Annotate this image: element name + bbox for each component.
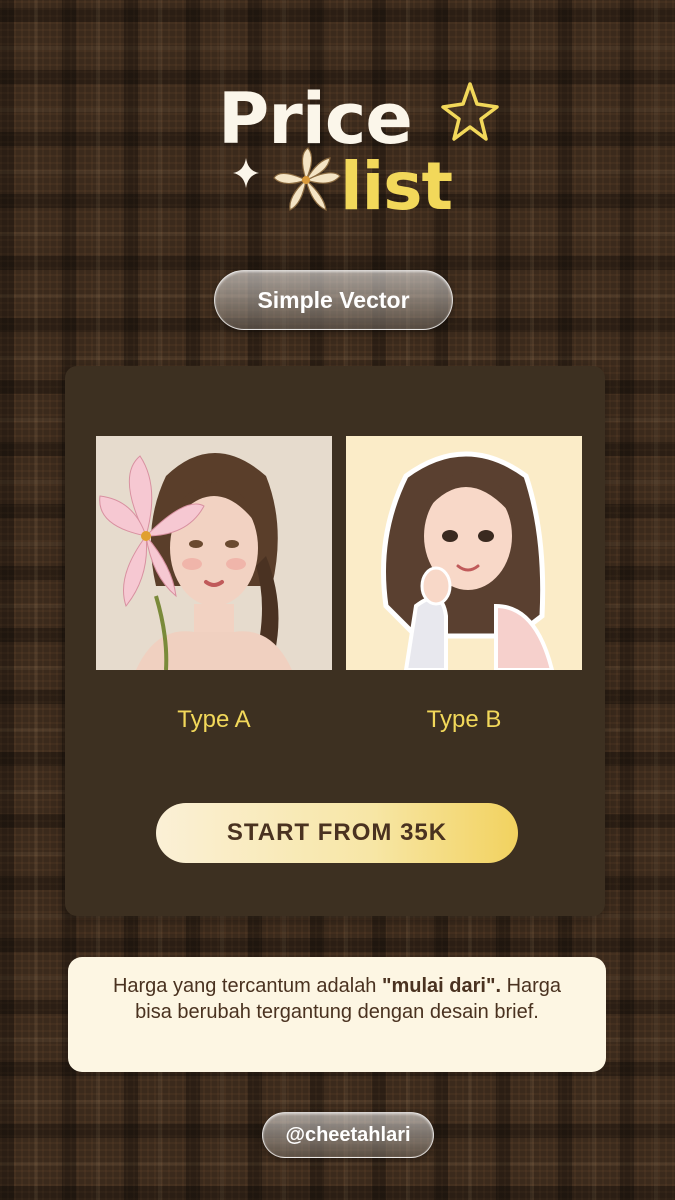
sample-image-type-a bbox=[96, 436, 332, 670]
social-handle-pill[interactable]: @cheetahlari bbox=[262, 1112, 434, 1158]
lily-flower-icon bbox=[273, 147, 341, 211]
price-list-title: Price list bbox=[0, 70, 675, 225]
price-note: Harga yang tercantum adalah "mulai dari"… bbox=[68, 957, 606, 1072]
sparkle-star-icon bbox=[441, 82, 499, 141]
pricing-card: Type A Type B START FROM 35K bbox=[65, 366, 605, 916]
type-a-label: Type A bbox=[177, 706, 251, 733]
title-list: list bbox=[340, 148, 453, 225]
type-b-label: Type B bbox=[426, 706, 502, 733]
category-pill: Simple Vector bbox=[214, 270, 453, 330]
note-emphasis: "mulai dari". bbox=[382, 975, 501, 997]
start-from-price-button[interactable]: START FROM 35K bbox=[156, 803, 518, 863]
small-sparkle-icon bbox=[233, 158, 259, 188]
sample-image-type-b bbox=[346, 436, 582, 670]
note-prefix: Harga yang tercantum adalah bbox=[112, 975, 382, 997]
